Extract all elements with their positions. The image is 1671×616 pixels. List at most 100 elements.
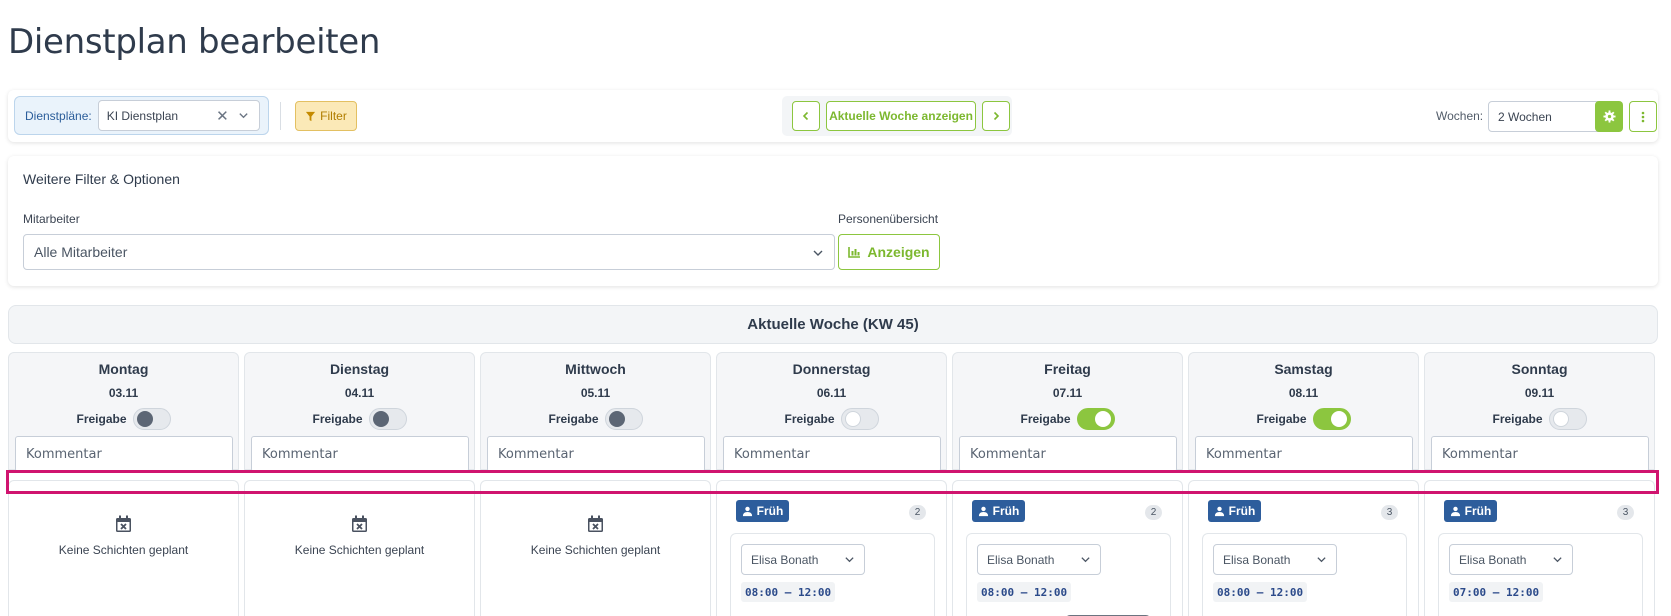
chevron-down-icon [1553,557,1562,563]
employee-select[interactable]: Elisa Bonath [1213,544,1337,575]
week-header: Aktuelle Woche (KW 45) [8,305,1658,344]
dienstplan-select-value: KI Dienstplan [106,108,179,123]
day-shifts: Früh 3 Elisa Bonath 07:00 – 12:00 [1424,480,1655,616]
freigabe-toggle[interactable] [1076,408,1115,430]
mitarbeiter-select[interactable]: Alle Mitarbeiter [23,234,835,270]
shift-badge-label: Früh [756,504,784,518]
shift-count-badge: 2 [1145,505,1162,520]
shift-badge[interactable]: Früh [1444,500,1497,522]
dienstplan-select[interactable]: KI Dienstplan ✕ [97,100,260,131]
chevron-down-icon [1081,557,1090,563]
freigabe-row: Freigabe [1425,408,1654,430]
anzeigen-button[interactable]: Anzeigen [838,234,940,270]
day-header: Freitag 07.11 Freigabe Kommentar [952,352,1183,472]
day-header: Sonntag 09.11 Freigabe Kommentar [1424,352,1655,472]
freigabe-row: Freigabe [953,408,1182,430]
chevron-down-icon [845,557,854,563]
freigabe-row: Freigabe [9,408,238,430]
no-shifts-text: Keine Schichten geplant [58,543,189,557]
day-name: Mittwoch [565,361,626,377]
day-name: Samstag [1274,361,1333,377]
freigabe-toggle[interactable] [1312,408,1351,430]
employee-select[interactable]: Elisa Bonath [977,544,1101,575]
kommentar-input[interactable]: Kommentar [959,436,1177,472]
shift-badge[interactable]: Früh [972,500,1025,522]
day-shifts: Keine Schichten geplant [480,480,711,616]
freigabe-label: Freigabe [1020,412,1071,426]
freigabe-label: Freigabe [76,412,127,426]
toggle-knob [1094,411,1111,427]
kommentar-input[interactable]: Kommentar [15,436,233,472]
current-week-button[interactable]: Aktuelle Woche anzeigen [826,101,976,131]
freigabe-toggle[interactable] [368,408,407,430]
clear-icon[interactable]: ✕ [216,107,229,125]
day-name: Sonntag [1511,361,1568,377]
user-icon [1214,506,1224,516]
day-date: 07.11 [1052,386,1083,400]
day-header: Dienstag 04.11 Freigabe Kommentar [244,352,475,472]
mitarbeiter-label: Mitarbeiter [23,212,80,226]
previous-week-button[interactable] [792,101,820,131]
shift-time: 07:00 – 12:00 [1449,582,1544,602]
day-date: 06.11 [816,386,847,400]
freigabe-label: Freigabe [1492,412,1543,426]
day-date: 05.11 [580,386,611,400]
filter-button-label: Filter [320,109,347,123]
chevron-down-icon [813,250,823,256]
toggle-knob [844,411,861,427]
shift-card: Elisa Bonath 07:00 – 12:00 [1438,533,1643,616]
calendar-x-icon [481,515,710,533]
day-date: 08.11 [1288,386,1319,400]
shift-badge[interactable]: Früh [736,500,789,522]
kommentar-input[interactable]: Kommentar [1195,436,1413,472]
kommentar-input[interactable]: Kommentar [723,436,941,472]
dienstplaene-label: Dienstpläne: [25,108,92,123]
weeks-select-value: 2 Wochen [1498,109,1552,124]
shift-count-badge: 2 [909,505,926,520]
freigabe-row: Freigabe [481,408,710,430]
freigabe-toggle[interactable] [132,408,171,430]
filter-button[interactable]: Filter [295,101,357,131]
freigabe-toggle[interactable] [604,408,643,430]
kommentar-input[interactable]: Kommentar [487,436,705,472]
day-shifts: Früh 3 Elisa Bonath 08:00 – 12:00 [1188,480,1419,616]
filter-panel-title: Weitere Filter & Optionen [23,171,180,187]
shift-time: 08:00 – 12:00 [741,582,836,602]
user-icon [1450,506,1460,516]
freigabe-toggle[interactable] [840,408,879,430]
shift-count-badge: 3 [1381,505,1398,520]
shift-badge[interactable]: Früh [1208,500,1261,522]
freigabe-row: Freigabe [717,408,946,430]
toggle-knob [372,411,389,427]
shift-count-badge: 3 [1617,505,1634,520]
selection-highlight [6,470,1659,494]
funnel-icon [306,111,316,121]
kommentar-input[interactable]: Kommentar [1431,436,1649,472]
filter-panel: Weitere Filter & Optionen Mitarbeiter Al… [8,156,1658,286]
chevron-left-icon [802,111,809,121]
day-shifts: Früh 2 Elisa Bonath 08:00 – 12:00 [716,480,947,616]
kommentar-input[interactable]: Kommentar [251,436,469,472]
shift-card: Elisa Bonath 08:00 – 12:00 [966,533,1171,616]
employee-select[interactable]: Elisa Bonath [1449,544,1573,575]
more-options-button[interactable] [1629,101,1657,132]
freigabe-label: Freigabe [784,412,835,426]
toolbar: Dienstpläne: KI Dienstplan ✕ Filter Aktu… [8,90,1658,142]
settings-button[interactable] [1595,101,1623,132]
toggle-knob [1552,411,1569,427]
chevron-down-icon [239,113,248,119]
employee-select[interactable]: Elisa Bonath [741,544,865,575]
no-shifts-text: Keine Schichten geplant [530,543,661,557]
next-week-button[interactable] [982,101,1010,131]
calendar-x-icon [245,515,474,533]
personenuebersicht-label: Personenübersicht [838,212,939,226]
freigabe-toggle[interactable] [1548,408,1587,430]
day-name: Montag [98,361,149,377]
day-date: 09.11 [1524,386,1555,400]
day-shifts: Keine Schichten geplant [244,480,475,616]
more-vertical-icon [1641,111,1645,122]
shift-badge-label: Früh [1464,504,1492,518]
day-shifts: Früh 2 Elisa Bonath 08:00 – 12:00 [952,480,1183,616]
chevron-down-icon [1317,557,1326,563]
user-icon [742,506,752,516]
